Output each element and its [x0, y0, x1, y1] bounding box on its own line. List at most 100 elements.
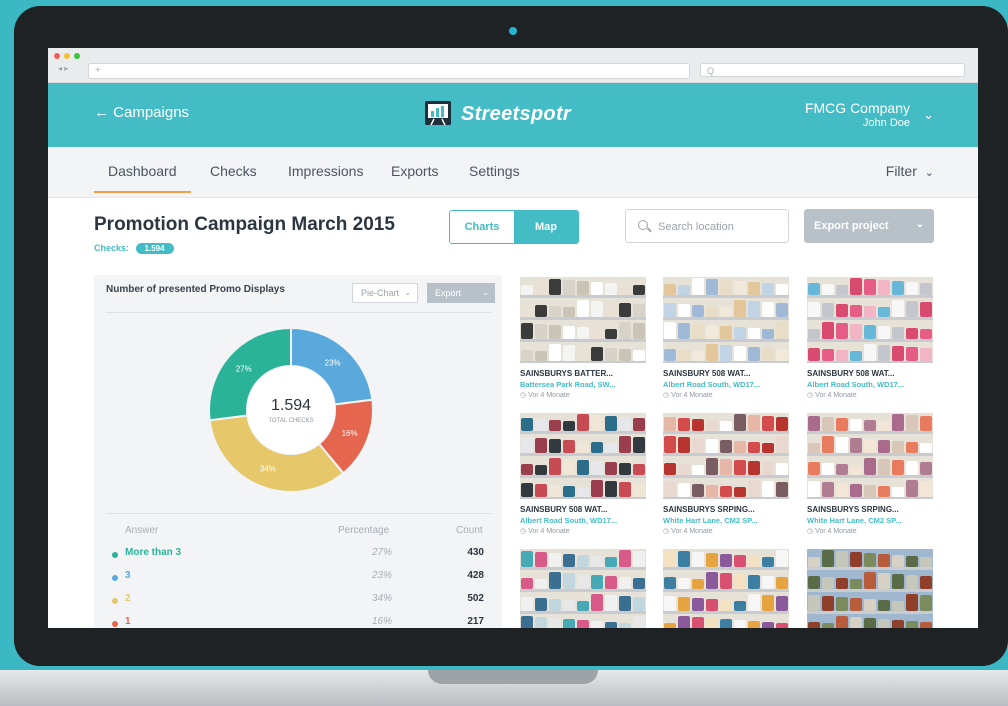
photo-time-text: Vor 4 Monate: [528, 528, 570, 535]
export-project-button[interactable]: Export project ⌄: [804, 209, 934, 243]
total-checks-value: 1.594: [271, 397, 311, 414]
shelf-photo[interactable]: [663, 549, 789, 628]
photo-timestamp: ◷ Vor 4 Monate: [807, 391, 857, 399]
photo-title[interactable]: SAINSBURYS BATTER...: [520, 369, 613, 378]
photo-time-text: Vor 4 Monate: [671, 528, 713, 535]
shelf-photo[interactable]: [520, 277, 646, 363]
photo-timestamp: ◷ Vor 4 Monate: [520, 527, 570, 535]
shelf-photo[interactable]: [520, 413, 646, 499]
count-cell: 430: [467, 547, 484, 558]
checks-count-badge: 1.594: [135, 243, 174, 254]
presentation-board-icon: [425, 101, 451, 125]
filter-dropdown[interactable]: Filter ⌄: [886, 163, 934, 179]
browser-search-field[interactable]: Q: [700, 63, 965, 77]
photo-title[interactable]: SAINSBURY 508 WAT...: [663, 369, 750, 378]
account-menu[interactable]: FMCG Company John Doe: [805, 100, 910, 129]
browser-toolbar: ◂ ▸ + Q: [48, 48, 978, 83]
laptop-notch: [428, 670, 598, 684]
window-zoom-dot[interactable]: [74, 53, 80, 59]
photo-address: Albert Road South, WD17...: [663, 380, 761, 389]
slice-percent-label: 34%: [260, 465, 276, 474]
donut-chart[interactable]: 23% 16% 34% 27% 1.594 TOTAL CHECKS: [206, 325, 376, 495]
charts-toggle-button[interactable]: Charts: [450, 211, 514, 243]
clock-icon: ◷: [807, 392, 816, 399]
photo-time-text: Vor 4 Monate: [815, 392, 857, 399]
count-cell: 428: [467, 570, 484, 581]
count-cell: 502: [467, 593, 484, 604]
photo-title[interactable]: SAINSBURYS SRPING...: [807, 505, 899, 514]
logo: Streetspotr: [425, 99, 605, 133]
slice-percent-label: 27%: [236, 364, 252, 373]
tab-dashboard[interactable]: Dashboard: [94, 163, 191, 193]
logo-text: Streetspotr: [461, 103, 571, 125]
filter-label: Filter: [885, 163, 917, 179]
series-color-dot: [112, 552, 118, 558]
page-title: Promotion Campaign March 2015: [94, 214, 395, 235]
answer-cell: 2: [125, 593, 131, 604]
search-icon: [638, 220, 648, 230]
tab-checks[interactable]: Checks: [210, 163, 257, 191]
table-row[interactable]: More than 3 27% 430: [94, 547, 502, 567]
answer-cell: 1: [125, 616, 131, 627]
shelf-photo[interactable]: [520, 549, 646, 628]
window-minimize-dot[interactable]: [64, 53, 70, 59]
percentage-cell: 27%: [371, 547, 392, 558]
laptop-bezel: [30, 628, 978, 664]
answer-cell: 3: [125, 570, 131, 581]
photo-title[interactable]: SAINSBURYS SRPING...: [663, 505, 755, 514]
photo-address: Albert Road South, WD17...: [807, 380, 905, 389]
photo-address: White Hart Lane, CM2 SP...: [663, 516, 758, 525]
shelf-photo[interactable]: [807, 549, 933, 628]
chevron-down-icon: ⌄: [482, 288, 489, 297]
percentage-cell: 23%: [371, 570, 392, 581]
browser-search-icon: Q: [707, 66, 715, 76]
total-checks-label: TOTAL CHECKS: [268, 418, 313, 424]
chevron-down-icon: ⌄: [915, 219, 924, 230]
photo-title[interactable]: SAINSBURY 508 WAT...: [520, 505, 607, 514]
address-bar[interactable]: +: [88, 63, 690, 79]
shelf-photo[interactable]: [663, 277, 789, 363]
table-row[interactable]: 2 34% 502: [94, 593, 502, 613]
clock-icon: ◷: [520, 392, 529, 399]
tab-bar: Dashboard Checks Impressions Exports Set…: [48, 147, 978, 198]
divider: [106, 513, 492, 514]
back-to-campaigns-link[interactable]: ← Campaigns: [94, 104, 189, 121]
shelf-photo[interactable]: [807, 413, 933, 499]
plus-icon: +: [95, 65, 101, 76]
screen: ◂ ▸ + Q ← Campaigns Streetspotr FMCG Com…: [48, 48, 978, 628]
series-color-dot: [112, 575, 118, 581]
slice-percent-label: 16%: [342, 429, 358, 438]
chevron-down-icon: ⌄: [924, 167, 934, 179]
chevron-down-icon: ⌄: [404, 288, 411, 297]
search-location-input[interactable]: [656, 217, 785, 237]
company-name: FMCG Company: [804, 100, 910, 116]
shelf-photo[interactable]: [663, 413, 789, 499]
app-header: ← Campaigns Streetspotr FMCG Company Joh…: [48, 83, 978, 147]
checks-label: Checks:: [94, 243, 130, 253]
chart-export-button[interactable]: Export ⌄: [427, 283, 495, 303]
tab-exports[interactable]: Exports: [391, 163, 438, 191]
chart-type-value: Pie-Chart: [361, 288, 400, 298]
chevron-down-icon[interactable]: ⌄: [923, 107, 934, 123]
checks-summary: Checks: 1.594: [94, 243, 174, 254]
photo-time-text: Vor 4 Monate: [671, 392, 713, 399]
browser-back-forward[interactable]: ◂ ▸: [58, 64, 68, 73]
window-close-dot[interactable]: [54, 53, 60, 59]
percentage-cell: 16%: [371, 616, 392, 627]
tab-impressions[interactable]: Impressions: [288, 163, 363, 191]
clock-icon: ◷: [520, 528, 529, 535]
tab-settings[interactable]: Settings: [469, 163, 520, 191]
search-location-box: [625, 209, 789, 243]
photo-timestamp: ◷ Vor 4 Monate: [807, 527, 857, 535]
chart-type-select[interactable]: Pie-Chart ⌄: [352, 283, 418, 303]
shelf-photo[interactable]: [807, 277, 933, 363]
clock-icon: ◷: [663, 392, 672, 399]
map-toggle-button[interactable]: Map: [514, 211, 578, 243]
series-color-dot: [112, 621, 118, 627]
series-color-dot: [112, 598, 118, 604]
table-row[interactable]: 1 16% 217: [94, 616, 502, 628]
photo-title[interactable]: SAINSBURY 508 WAT...: [807, 369, 894, 378]
slice-percent-label: 23%: [325, 359, 341, 368]
table-row[interactable]: 3 23% 428: [94, 570, 502, 590]
chart-export-label: Export: [435, 288, 462, 298]
